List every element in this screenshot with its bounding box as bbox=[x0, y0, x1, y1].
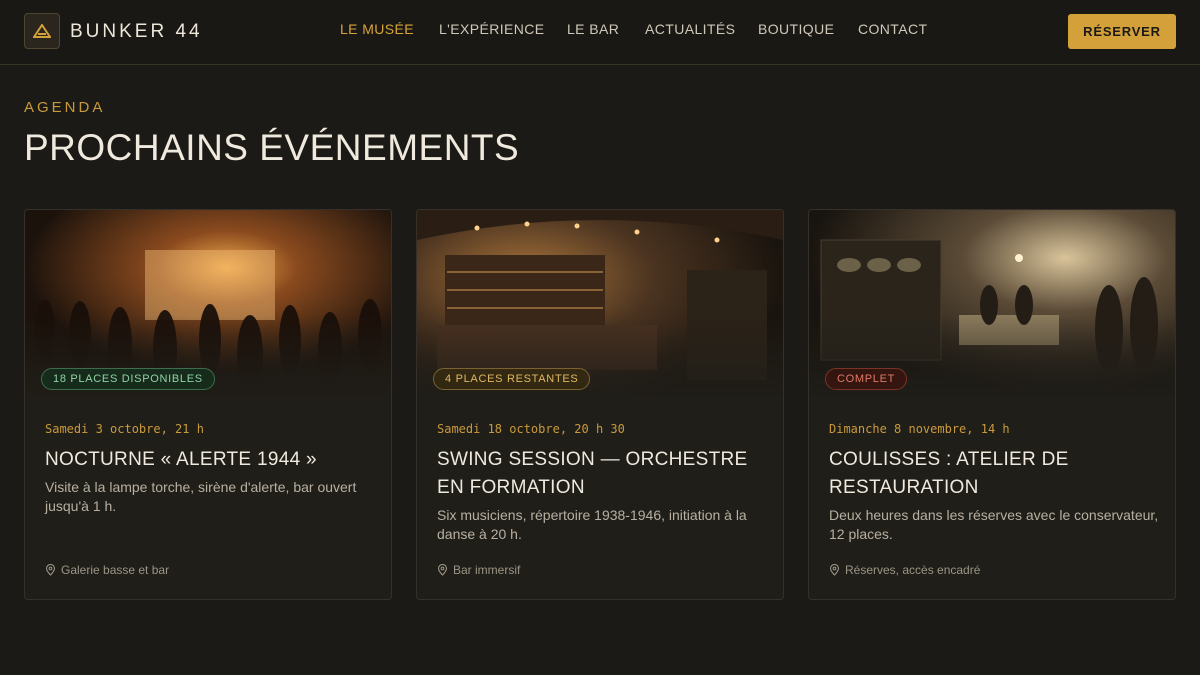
location-pin-icon bbox=[45, 564, 56, 576]
event-title[interactable]: NOCTURNE « ALERTE 1944 » bbox=[45, 446, 375, 474]
nav-item-actualites[interactable]: ACTUALITÉS bbox=[645, 21, 735, 37]
event-location-text: Bar immersif bbox=[453, 563, 521, 577]
availability-badge: COMPLET bbox=[825, 368, 908, 390]
brand-name[interactable]: BUNKER 44 bbox=[70, 21, 203, 43]
event-location: Réserves, accès encadré bbox=[829, 563, 980, 577]
page-title: PROCHAINS ÉVÉNEMENTS bbox=[24, 127, 520, 168]
nav-item-musee[interactable]: LE MUSÉE bbox=[340, 21, 414, 37]
event-description: Deux heures dans les réserves avec le co… bbox=[829, 507, 1159, 542]
event-card[interactable]: 4 PLACES RESTANTES Samedi 18 octobre, 20… bbox=[416, 209, 784, 600]
event-location: Bar immersif bbox=[437, 563, 520, 577]
location-pin-icon bbox=[829, 564, 840, 576]
location-pin-icon bbox=[437, 564, 448, 576]
site-header: BUNKER 44 LE MUSÉE L'EXPÉRIENCE LE BAR A… bbox=[0, 0, 1200, 65]
logo[interactable] bbox=[24, 13, 60, 49]
nav-item-experience[interactable]: L'EXPÉRIENCE bbox=[439, 21, 545, 37]
section-eyebrow: AGENDA bbox=[24, 99, 106, 116]
event-date: Samedi 18 octobre, 20 h 30 bbox=[437, 422, 625, 436]
event-date: Samedi 3 octobre, 21 h bbox=[45, 422, 204, 436]
nav-item-bar[interactable]: LE BAR bbox=[567, 21, 619, 37]
nav-item-contact[interactable]: CONTACT bbox=[858, 21, 927, 37]
nav-item-boutique[interactable]: BOUTIQUE bbox=[758, 21, 834, 37]
event-title[interactable]: COULISSES : ATELIER DE RESTAURATION bbox=[829, 446, 1159, 502]
availability-badge: 18 PLACES DISPONIBLES bbox=[41, 368, 215, 390]
event-card[interactable]: COMPLET Dimanche 8 novembre, 14 h COULIS… bbox=[808, 209, 1176, 600]
event-card[interactable]: 18 PLACES DISPONIBLES Samedi 3 octobre, … bbox=[24, 209, 392, 600]
reserve-button[interactable]: RÉSERVER bbox=[1068, 14, 1176, 49]
event-location-text: Galerie basse et bar bbox=[61, 563, 170, 577]
bunker-triangle-icon bbox=[33, 24, 51, 38]
event-title[interactable]: SWING SESSION — ORCHESTRE EN FORMATION bbox=[437, 446, 767, 502]
event-description: Visite à la lampe torche, sirène d'alert… bbox=[45, 479, 357, 514]
event-location-text: Réserves, accès encadré bbox=[845, 563, 981, 577]
availability-badge: 4 PLACES RESTANTES bbox=[433, 368, 591, 390]
event-description: Six musiciens, répertoire 1938-1946, ini… bbox=[437, 507, 747, 542]
event-location: Galerie basse et bar bbox=[45, 563, 169, 577]
event-date: Dimanche 8 novembre, 14 h bbox=[829, 422, 1010, 436]
